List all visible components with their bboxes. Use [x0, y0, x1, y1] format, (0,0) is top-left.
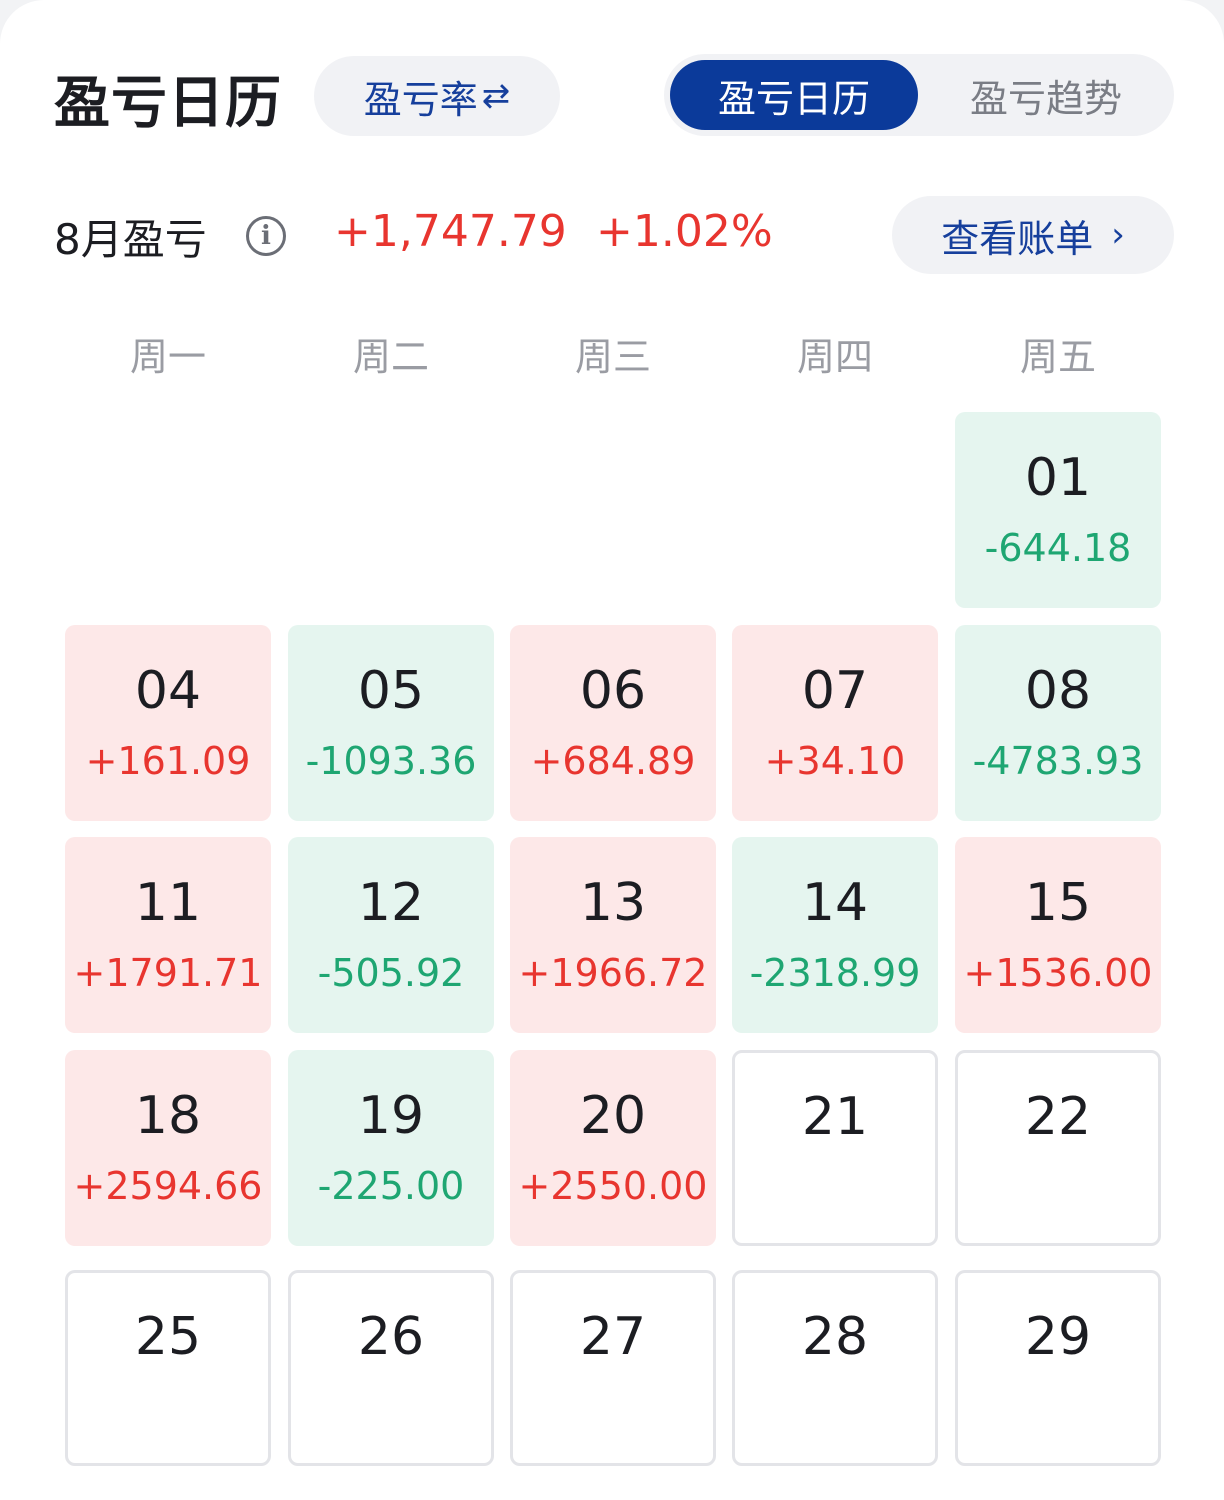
month-pnl-percent: +1.02% — [596, 206, 773, 257]
calendar-day-20[interactable]: 20 +2550.00 — [510, 1050, 716, 1246]
calendar-day-12[interactable]: 12 -505.92 — [288, 837, 494, 1033]
calendar-day-27[interactable]: 27 — [510, 1270, 716, 1466]
calendar-day-number: 22 — [1024, 1087, 1092, 1147]
calendar-day-15[interactable]: 15 +1536.00 — [955, 837, 1161, 1033]
page-title: 盈亏日历 — [54, 71, 282, 136]
chevron-right-icon: › — [1111, 215, 1125, 255]
rate-toggle-button[interactable]: 盈亏率 ⇄ — [314, 56, 560, 136]
calendar-day-pnl: +1966.72 — [518, 951, 708, 995]
rate-toggle-label: 盈亏率 — [363, 77, 478, 122]
calendar-day-22[interactable]: 22 — [955, 1050, 1161, 1246]
weekday-fri: 周五 — [1019, 335, 1096, 379]
calendar-day-number: 27 — [579, 1307, 647, 1367]
calendar-day-number: 12 — [357, 873, 425, 933]
calendar-day-pnl: +1791.71 — [73, 951, 263, 995]
month-pnl-label: 8月盈亏 — [54, 215, 207, 264]
calendar-day-08[interactable]: 08 -4783.93 — [955, 625, 1161, 821]
calendar-day-number: 01 — [1024, 448, 1092, 508]
weekday-mon: 周一 — [129, 335, 206, 379]
calendar-day-number: 11 — [134, 873, 202, 933]
calendar-day-07[interactable]: 07 +34.10 — [732, 625, 938, 821]
weekday-header: 周一 周二 周三 周四 周五 — [0, 326, 1224, 379]
calendar-day-pnl: -505.92 — [317, 951, 465, 995]
calendar-day-number: 15 — [1024, 873, 1092, 933]
calendar-day-pnl: +1536.00 — [963, 951, 1153, 995]
calendar-day-number: 28 — [801, 1307, 869, 1367]
weekday-wed: 周三 — [574, 335, 651, 379]
calendar-day-pnl: +34.10 — [764, 739, 906, 783]
calendar-day-number: 29 — [1024, 1307, 1092, 1367]
calendar-day-01[interactable]: 01 -644.18 — [955, 412, 1161, 608]
calendar-day-13[interactable]: 13 +1966.72 — [510, 837, 716, 1033]
calendar-day-25[interactable]: 25 — [65, 1270, 271, 1466]
calendar-day-pnl: +2550.00 — [518, 1164, 708, 1208]
calendar-day-pnl: -1093.36 — [305, 739, 477, 783]
calendar-day-11[interactable]: 11 +1791.71 — [65, 837, 271, 1033]
calendar-day-pnl: -4783.93 — [972, 739, 1144, 783]
calendar-day-number: 25 — [134, 1307, 202, 1367]
swap-arrows-icon: ⇄ — [481, 76, 511, 116]
calendar-day-number: 18 — [134, 1086, 202, 1146]
calendar-day-number: 20 — [579, 1086, 647, 1146]
calendar-day-number: 26 — [357, 1307, 425, 1367]
view-bill-label: 查看账单 — [941, 216, 1094, 261]
tab-pnl-trend[interactable]: 盈亏趋势 — [924, 60, 1168, 130]
weekday-thu: 周四 — [796, 335, 873, 379]
calendar-day-pnl: +684.89 — [530, 739, 696, 783]
weekday-tue: 周二 — [352, 335, 429, 379]
calendar-day-number: 19 — [357, 1086, 425, 1146]
month-pnl-amount: +1,747.79 — [334, 206, 567, 257]
calendar-day-number: 05 — [357, 661, 425, 721]
info-icon[interactable]: i — [246, 216, 286, 256]
calendar-day-pnl: -2318.99 — [749, 951, 921, 995]
calendar-day-pnl: -644.18 — [984, 526, 1132, 570]
calendar-day-04[interactable]: 04 +161.09 — [65, 625, 271, 821]
calendar-day-19[interactable]: 19 -225.00 — [288, 1050, 494, 1246]
calendar-day-number: 07 — [801, 661, 869, 721]
tab-pnl-calendar[interactable]: 盈亏日历 — [670, 60, 918, 130]
calendar-day-06[interactable]: 06 +684.89 — [510, 625, 716, 821]
calendar-day-28[interactable]: 28 — [732, 1270, 938, 1466]
calendar-day-pnl: -225.00 — [317, 1164, 465, 1208]
view-segmented-control: 盈亏日历 盈亏趋势 — [664, 54, 1174, 136]
calendar-day-number: 08 — [1024, 661, 1092, 721]
calendar-day-05[interactable]: 05 -1093.36 — [288, 625, 494, 821]
calendar-day-number: 14 — [801, 873, 869, 933]
calendar-day-number: 04 — [134, 661, 202, 721]
calendar-day-pnl: +2594.66 — [73, 1164, 263, 1208]
calendar-day-number: 06 — [579, 661, 647, 721]
calendar-day-14[interactable]: 14 -2318.99 — [732, 837, 938, 1033]
view-bill-button[interactable]: 查看账单 › — [892, 196, 1174, 274]
calendar-day-pnl: +161.09 — [85, 739, 251, 783]
calendar-day-number: 21 — [801, 1087, 869, 1147]
calendar-day-21[interactable]: 21 — [732, 1050, 938, 1246]
calendar-day-26[interactable]: 26 — [288, 1270, 494, 1466]
pnl-calendar-card: 盈亏日历 盈亏率 ⇄ 盈亏日历 盈亏趋势 8月盈亏 i +1,747.79 +1… — [0, 0, 1224, 1500]
calendar-day-18[interactable]: 18 +2594.66 — [65, 1050, 271, 1246]
calendar-day-number: 13 — [579, 873, 647, 933]
calendar-day-29[interactable]: 29 — [955, 1270, 1161, 1466]
